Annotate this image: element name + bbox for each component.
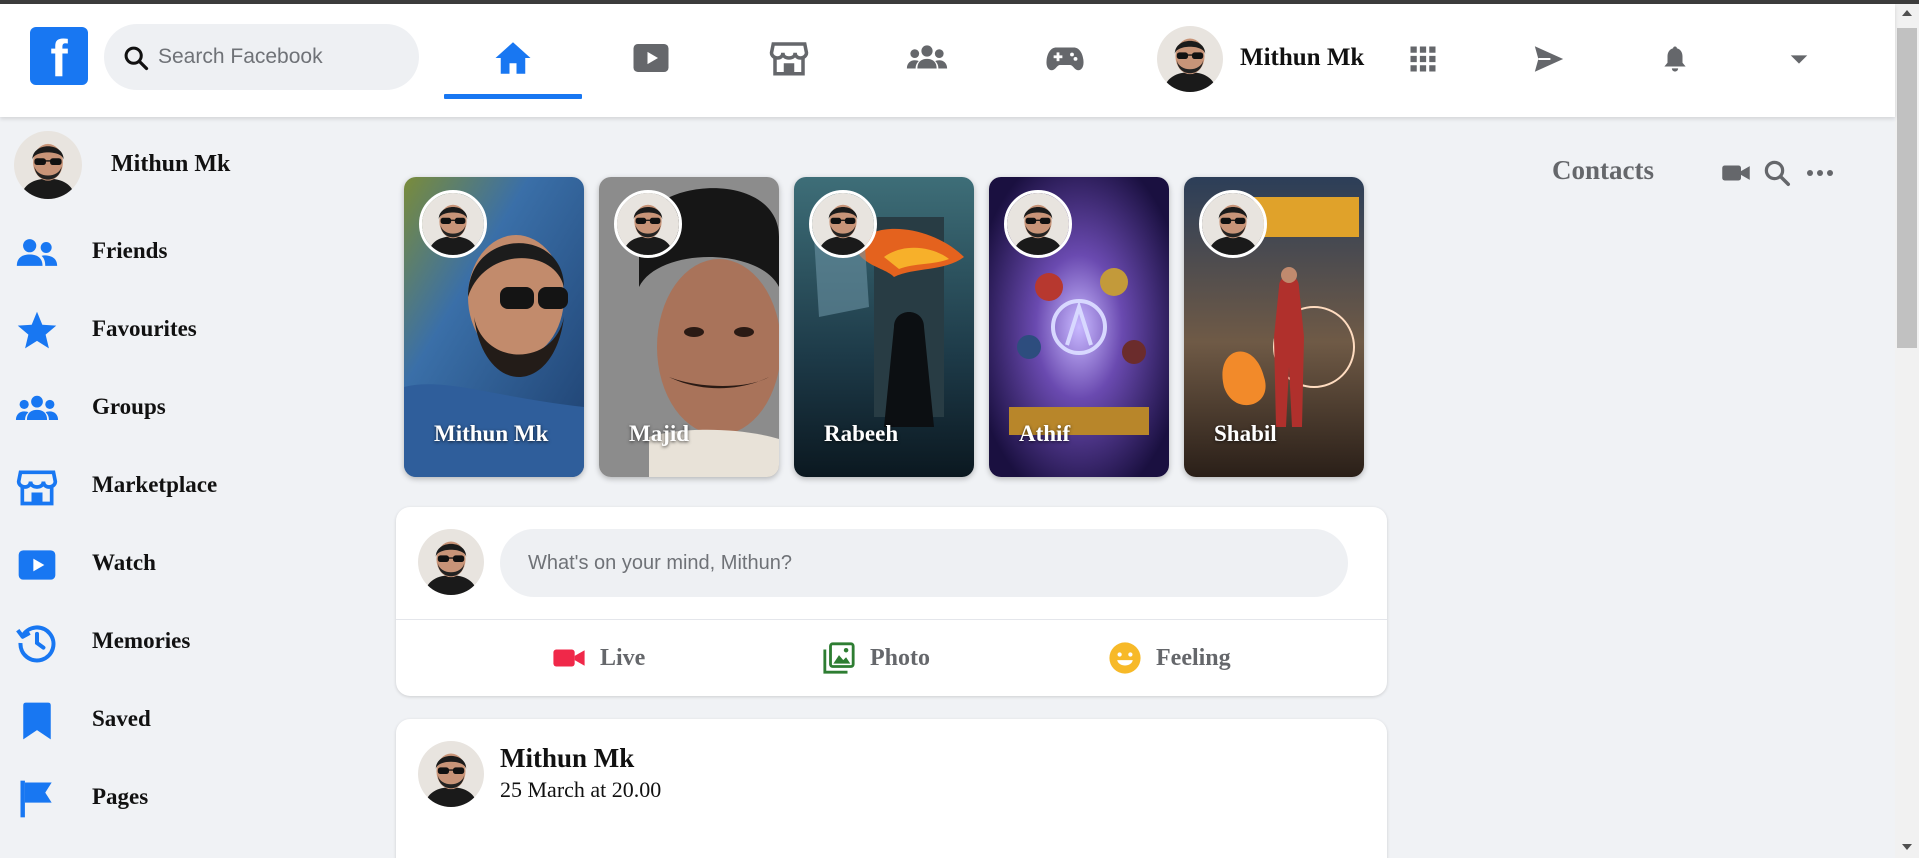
- story-name: Athif: [1019, 421, 1071, 446]
- story-name: Rabeeh: [824, 421, 899, 446]
- caret-down-icon[interactable]: [1788, 48, 1810, 70]
- sidebar-item-friends[interactable]: Friends: [10, 223, 350, 283]
- feeling-button[interactable]: Feeling: [1108, 637, 1231, 679]
- flag-icon: [20, 780, 52, 818]
- header-avatar[interactable]: [1157, 26, 1223, 92]
- search-box[interactable]: [104, 24, 419, 90]
- history-icon: [16, 625, 56, 663]
- bell-icon[interactable]: [1660, 44, 1690, 74]
- sidebar-item-groups[interactable]: Groups: [10, 379, 350, 439]
- groups-icon: [15, 395, 59, 420]
- photo-icon: [823, 642, 855, 674]
- composer-avatar[interactable]: [418, 529, 484, 595]
- sidebar-item-watch[interactable]: Watch: [10, 535, 350, 595]
- play-icon: [18, 550, 56, 580]
- post-author-name[interactable]: Mithun Mk: [500, 743, 634, 774]
- tab-marketplace[interactable]: [720, 18, 858, 98]
- tab-watch[interactable]: [582, 18, 720, 98]
- feed-post: Mithun Mk 25 March at 20.00: [396, 719, 1387, 858]
- sidebar-item-label: Groups: [92, 394, 166, 419]
- groups-icon: [906, 45, 948, 69]
- post-composer: Live Photo Feeling: [396, 507, 1387, 696]
- sidebar-profile-name[interactable]: Mithun Mk: [111, 151, 230, 178]
- contacts-heading: Contacts: [1552, 155, 1654, 185]
- story-name: Majid: [629, 421, 690, 446]
- sidebar-profile-avatar[interactable]: [14, 131, 82, 199]
- facebook-logo-icon[interactable]: f: [30, 27, 88, 85]
- story-card[interactable]: Majid: [599, 177, 779, 477]
- more-dots-icon[interactable]: [1805, 158, 1835, 188]
- store-icon: [16, 470, 58, 506]
- sidebar-item-label: Favourites: [92, 316, 197, 341]
- friends-icon: [16, 239, 58, 266]
- scroll-thumb[interactable]: [1897, 28, 1917, 348]
- sidebar-item-marketplace[interactable]: Marketplace: [10, 457, 350, 517]
- gamepad-icon: [1046, 47, 1084, 71]
- feeling-label: Feeling: [1156, 644, 1231, 671]
- apps-grid-icon[interactable]: [1408, 44, 1438, 74]
- page-scrollbar[interactable]: [1895, 4, 1919, 858]
- composer-input[interactable]: [500, 529, 1348, 597]
- story-avatar: [1199, 190, 1267, 258]
- video-camera-icon: [553, 649, 585, 667]
- story-card[interactable]: Rabeeh: [794, 177, 974, 477]
- store-icon: [769, 42, 809, 76]
- story-avatar: [809, 190, 877, 258]
- sidebar-item-label: Pages: [92, 784, 149, 809]
- photo-button[interactable]: Photo: [822, 637, 930, 679]
- live-label: Live: [600, 644, 646, 671]
- star-icon: [17, 311, 57, 349]
- story-avatar: [419, 190, 487, 258]
- sidebar-item-memories[interactable]: Memories: [10, 613, 350, 673]
- sidebar-item-favourites[interactable]: Favourites: [10, 301, 350, 361]
- scroll-up-arrow-icon[interactable]: [1902, 10, 1912, 16]
- search-icon: [124, 46, 149, 71]
- top-navbar: f Mithun Mk: [0, 4, 1895, 117]
- sidebar-item-label: Saved: [92, 706, 151, 731]
- video-camera-icon[interactable]: [1721, 158, 1751, 188]
- story-card[interactable]: Shabil: [1184, 177, 1364, 477]
- sidebar-item-label: Friends: [92, 238, 168, 263]
- story-avatar: [1004, 190, 1072, 258]
- story-name: Mithun Mk: [434, 421, 549, 446]
- scroll-down-arrow-icon[interactable]: [1902, 844, 1912, 850]
- post-timestamp[interactable]: 25 March at 20.00: [500, 777, 661, 803]
- smiley-icon: [1109, 642, 1141, 674]
- live-video-button[interactable]: Live: [552, 637, 645, 679]
- story-card[interactable]: Athif: [989, 177, 1169, 477]
- story-card[interactable]: Mithun Mk: [404, 177, 584, 477]
- bookmark-icon: [23, 702, 51, 740]
- play-icon: [633, 44, 669, 72]
- search-icon[interactable]: [1762, 158, 1792, 188]
- photo-label: Photo: [870, 644, 930, 671]
- sidebar-item-label: Memories: [92, 628, 191, 653]
- search-input[interactable]: [158, 24, 408, 90]
- post-author-avatar[interactable]: [418, 741, 484, 807]
- story-avatar: [614, 190, 682, 258]
- sidebar-item-saved[interactable]: Saved: [10, 691, 350, 751]
- sidebar-item-label: Marketplace: [92, 472, 218, 497]
- tab-groups[interactable]: [858, 18, 996, 98]
- tab-gaming[interactable]: [996, 18, 1134, 98]
- home-icon: [495, 42, 531, 74]
- story-name: Shabil: [1214, 421, 1277, 446]
- tab-home[interactable]: [444, 18, 582, 99]
- sidebar-item-label: Watch: [92, 550, 156, 575]
- send-icon[interactable]: [1532, 42, 1566, 76]
- sidebar-item-pages[interactable]: Pages: [10, 769, 350, 829]
- header-user-name[interactable]: Mithun Mk: [1240, 44, 1364, 72]
- composer-divider: [396, 619, 1387, 620]
